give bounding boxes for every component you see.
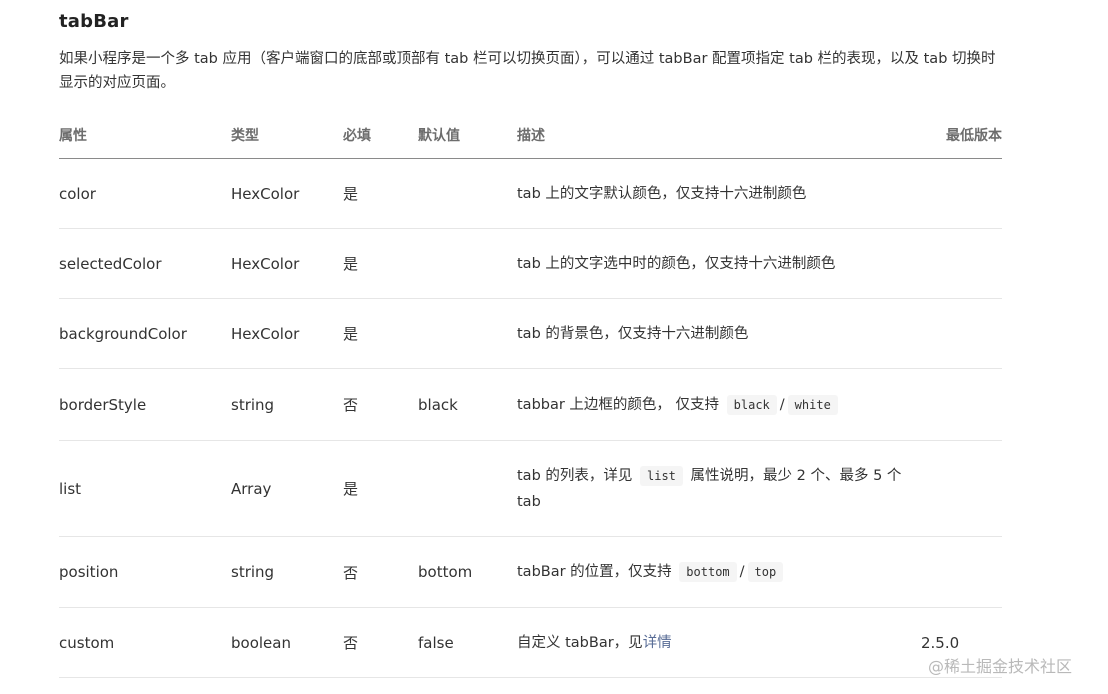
table-row: list Array 是 tab 的列表，详见 list 属性说明，最少 2 个… [59,440,1002,537]
cell-name: list [59,440,231,537]
cell-name: color [59,158,231,229]
cell-name: custom [59,607,231,678]
code-top: top [747,562,784,582]
cell-default [418,158,517,229]
cell-name: selectedColor [59,228,231,299]
table-row: borderStyle string 否 black tabbar 上边框的颜色… [59,368,1002,441]
cell-required: 否 [343,368,418,441]
separator: / [779,396,785,413]
code-black: black [726,394,777,415]
header-required: 必填 [343,112,418,159]
cell-required: 否 [343,536,418,608]
cell-name: position [59,536,231,608]
cell-description: tabbar 上边框的颜色， 仅支持 black / white [517,368,912,441]
cell-version [912,440,1002,537]
separator: / [739,564,745,580]
description-text: 自定义 tabBar，见 [517,634,643,651]
description-text: tabbar 上边框的颜色， 仅支持 [517,396,720,413]
cell-required: 否 [343,607,418,678]
cell-type: boolean [231,607,343,678]
cell-type: string [231,368,343,441]
section-description: 如果小程序是一个多 tab 应用（客户端窗口的底部或顶部有 tab 栏可以切换页… [59,51,996,91]
description-text: tab 的列表，详见 [517,467,633,484]
cell-name: borderStyle [59,368,231,441]
cell-default [418,228,517,299]
description-text: tabBar 的位置，仅支持 [517,564,672,580]
cell-default: black [418,368,517,441]
header-min-version: 最低版本 [912,112,1002,159]
table-row: selectedColor HexColor 是 tab 上的文字选中时的颜色，… [59,228,1002,299]
cell-required: 是 [343,228,418,299]
cell-required: 是 [343,440,418,537]
cell-type: Array [231,440,343,537]
table-row: color HexColor 是 tab 上的文字默认颜色，仅支持十六进制颜色 [59,158,1002,229]
table-row: position string 否 bottom tabBar 的位置，仅支持 … [59,536,1002,608]
cell-type: HexColor [231,228,343,299]
header-attribute: 属性 [59,112,231,159]
cell-version [912,158,1002,229]
details-link[interactable]: 详情 [643,635,672,651]
cell-description: tab 上的文字默认颜色，仅支持十六进制颜色 [517,158,912,229]
cell-default: bottom [418,536,517,608]
cell-version [912,298,1002,369]
header-type: 类型 [231,112,343,159]
cell-name: backgroundColor [59,298,231,369]
header-default: 默认值 [418,112,517,159]
cell-type: HexColor [231,298,343,369]
section-title: tabBar [59,11,129,32]
cell-description: tabBar 的位置，仅支持 bottom / top [517,536,912,608]
cell-version [912,536,1002,608]
cell-required: 是 [343,298,418,369]
code-list: list [640,465,683,486]
cell-required: 是 [343,158,418,229]
cell-default [418,298,517,369]
code-bottom: bottom [679,562,737,582]
cell-description: tab 的背景色，仅支持十六进制颜色 [517,298,912,369]
cell-type: string [231,536,343,608]
cell-type: HexColor [231,158,343,229]
watermark: @稀土掘金技术社区 [928,657,1073,676]
table-row: backgroundColor HexColor 是 tab 的背景色，仅支持十… [59,298,1002,369]
cell-version [912,228,1002,299]
table-row: custom boolean 否 false 自定义 tabBar，见详情 2.… [59,607,1002,678]
properties-table: 属性 类型 必填 默认值 描述 最低版本 color HexColor 是 ta… [59,112,1002,678]
cell-description: 自定义 tabBar，见详情 [517,607,912,678]
table-header-row: 属性 类型 必填 默认值 描述 最低版本 [59,112,1002,159]
cell-description: tab 上的文字选中时的颜色，仅支持十六进制颜色 [517,228,912,299]
cell-version [912,368,1002,441]
cell-default [418,440,517,537]
cell-description: tab 的列表，详见 list 属性说明，最少 2 个、最多 5 个 tab [517,440,912,537]
header-description: 描述 [517,112,912,159]
code-white: white [787,394,838,415]
cell-default: false [418,607,517,678]
